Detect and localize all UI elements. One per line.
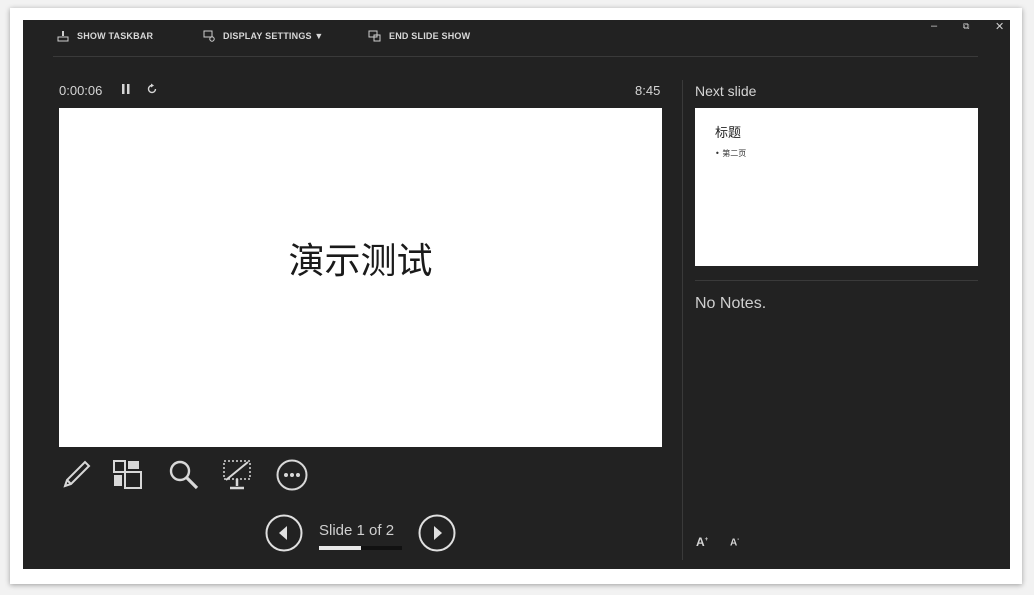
restore-button[interactable]: ⧉ — [963, 21, 969, 32]
notes-text: No Notes. — [695, 295, 767, 312]
increase-font-label: A — [696, 535, 705, 549]
toolbar-divider — [53, 56, 978, 57]
next-slide-title: 标题 — [715, 126, 742, 141]
minimize-button[interactable]: – — [931, 20, 937, 32]
previous-arrow-icon[interactable] — [265, 514, 303, 552]
end-show-icon — [368, 30, 381, 42]
zoom-icon[interactable] — [167, 458, 201, 492]
pane-divider — [682, 80, 683, 560]
show-taskbar-button[interactable]: SHOW TASKBAR — [57, 30, 153, 42]
display-settings-label: DISPLAY SETTINGS ▼ — [223, 31, 324, 41]
next-slide-label: Next slide — [695, 83, 757, 99]
close-button[interactable]: ✕ — [995, 20, 1004, 33]
slide-progress-fill — [319, 546, 361, 550]
top-toolbar: SHOW TASKBAR DISPLAY SETTINGS ▼ END SLID… — [23, 20, 1010, 56]
next-slide-bullet: • 第二页 — [715, 149, 747, 158]
notes-divider — [695, 280, 978, 281]
increase-font-button[interactable]: A+ — [696, 535, 708, 549]
slide-progress-bar — [319, 546, 402, 550]
display-settings-icon — [203, 30, 215, 42]
pause-icon[interactable] — [121, 83, 131, 95]
current-slide-title: 演示测试 — [288, 240, 433, 282]
reset-icon[interactable] — [146, 83, 158, 95]
display-settings-button[interactable]: DISPLAY SETTINGS ▼ — [203, 30, 324, 42]
pen-icon[interactable] — [59, 458, 93, 492]
end-slide-show-label: END SLIDE SHOW — [389, 31, 471, 41]
next-arrow-icon[interactable] — [418, 514, 456, 552]
decrease-font-button[interactable]: A- — [730, 537, 739, 548]
black-screen-icon[interactable] — [220, 458, 254, 492]
more-options-icon[interactable] — [275, 458, 309, 492]
next-slide-preview[interactable]: 标题 • 第二页 — [695, 108, 978, 266]
clock: 8:45 — [635, 83, 661, 98]
elapsed-timer: 0:00:06 — [59, 83, 103, 98]
presenter-view-window: SHOW TASKBAR DISPLAY SETTINGS ▼ END SLID… — [23, 20, 1010, 569]
see-all-slides-icon[interactable] — [111, 458, 145, 492]
show-taskbar-label: SHOW TASKBAR — [77, 31, 154, 41]
slide-counter: Slide 1 of 2 — [319, 522, 395, 539]
taskbar-icon — [57, 31, 69, 42]
current-slide[interactable]: 演示测试 — [59, 108, 662, 447]
end-slide-show-button[interactable]: END SLIDE SHOW — [368, 30, 470, 42]
